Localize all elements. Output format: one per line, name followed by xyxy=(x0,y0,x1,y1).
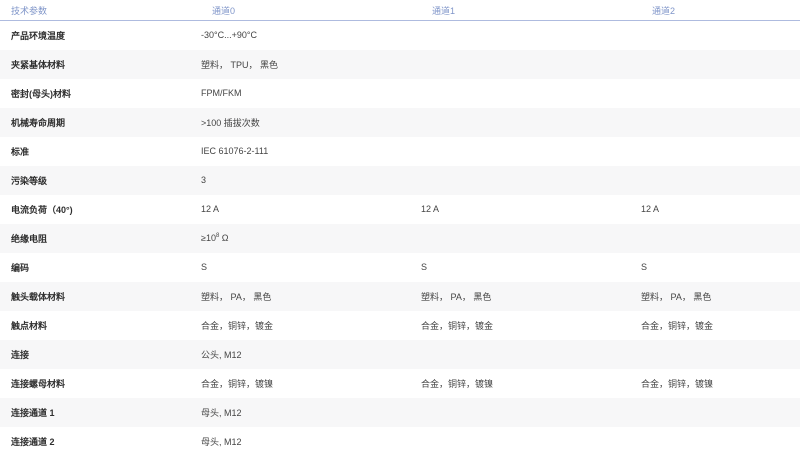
cell-ch2 xyxy=(641,224,800,253)
row-label: 电流负荷（40°) xyxy=(11,204,73,215)
row-label: 绝缘电阻 xyxy=(11,233,48,244)
column-header-param: 技术参数 xyxy=(0,0,201,21)
cell-ch1 xyxy=(421,108,641,137)
row-label: 连接螺母材料 xyxy=(11,378,66,389)
cell-ch0: 公头, M12 xyxy=(201,349,242,360)
cell-ch2 xyxy=(641,398,800,427)
cell-ch0: S xyxy=(201,262,208,272)
row-label: 夹紧基体材料 xyxy=(11,59,66,70)
cell-ch2 xyxy=(641,340,800,369)
cell-ch2 xyxy=(641,50,800,79)
cell-ch2: 合金，铜锌，镀金 xyxy=(641,320,714,331)
cell-ch1 xyxy=(421,50,641,79)
cell-ch2: 12 A xyxy=(641,204,660,214)
cell-ch1: 合金，铜锌，镀镍 xyxy=(421,378,494,389)
column-header-ch2: 通道2 xyxy=(641,0,800,21)
table-row: 触头载体材料 塑料， PA， 黑色 塑料， PA， 黑色 塑料， PA， 黑色 xyxy=(0,281,800,311)
row-label: 触头载体材料 xyxy=(11,291,66,302)
cell-ch0: 塑料， TPU， 黑色 xyxy=(201,59,279,70)
table-row: 电流负荷（40°) 12 A 12 A 12 A xyxy=(0,194,800,224)
spec-table: 技术参数 通道0 通道1 通道2 产品环境温度 -30°C...+90°C 夹紧… xyxy=(0,0,800,456)
cell-ch0: FPM/FKM xyxy=(201,88,242,98)
table-row: 产品环境温度 -30°C...+90°C xyxy=(0,20,800,50)
cell-ch1 xyxy=(421,166,641,195)
cell-ch1 xyxy=(421,137,641,166)
column-header-ch1: 通道1 xyxy=(421,0,641,21)
table-row: 机械寿命周期 >100 插拔次数 xyxy=(0,107,800,137)
cell-ch1 xyxy=(421,79,641,108)
cell-ch0: IEC 61076-2-111 xyxy=(201,146,269,156)
cell-ch1: S xyxy=(421,262,428,272)
cell-ch2 xyxy=(641,427,800,456)
insulation-unit: Ω xyxy=(219,233,229,243)
row-label: 连接通道 1 xyxy=(11,407,55,418)
row-label: 标准 xyxy=(11,146,30,157)
cell-ch1: 12 A xyxy=(421,204,440,214)
table-row: 绝缘电阻 ≥108 Ω xyxy=(0,223,800,253)
cell-ch0: 合金，铜锌，镀金 xyxy=(201,320,274,331)
row-label: 产品环境温度 xyxy=(11,30,66,41)
table-row: 污染等级 3 xyxy=(0,165,800,195)
cell-ch0: 塑料， PA， 黑色 xyxy=(201,291,272,302)
cell-ch2: S xyxy=(641,262,648,272)
insulation-base: ≥10 xyxy=(201,233,216,243)
row-label: 编码 xyxy=(11,262,30,273)
table-row: 连接 公头, M12 xyxy=(0,339,800,369)
cell-ch0: >100 插拔次数 xyxy=(201,117,260,128)
cell-ch1: 塑料， PA， 黑色 xyxy=(421,291,492,302)
cell-ch0: 3 xyxy=(201,175,207,185)
table-row: 连接螺母材料 合金，铜锌，镀镍 合金，铜锌，镀镍 合金，铜锌，镀镍 xyxy=(0,368,800,398)
row-label: 密封(母头)材料 xyxy=(11,88,71,99)
cell-ch1: 合金，铜锌，镀金 xyxy=(421,320,494,331)
cell-ch0: ≥108 Ω xyxy=(201,224,421,253)
cell-ch2: 塑料， PA， 黑色 xyxy=(641,291,712,302)
cell-ch1 xyxy=(421,340,641,369)
row-label: 机械寿命周期 xyxy=(11,117,66,128)
cell-ch0: 母头, M12 xyxy=(201,436,242,447)
cell-ch2 xyxy=(641,79,800,108)
cell-ch1 xyxy=(421,427,641,456)
cell-ch1 xyxy=(421,21,641,50)
cell-ch2 xyxy=(641,137,800,166)
cell-ch2: 合金，铜锌，镀镍 xyxy=(641,378,714,389)
table-header-row: 技术参数 通道0 通道1 通道2 xyxy=(0,0,800,21)
cell-ch2 xyxy=(641,166,800,195)
row-label: 连接 xyxy=(11,349,30,360)
cell-ch0: 12 A xyxy=(201,204,220,214)
table-row: 密封(母头)材料 FPM/FKM xyxy=(0,78,800,108)
cell-ch1 xyxy=(421,398,641,427)
row-label: 连接通道 2 xyxy=(11,436,55,447)
cell-ch0: 合金，铜锌，镀镍 xyxy=(201,378,274,389)
column-header-ch0: 通道0 xyxy=(201,0,421,21)
table-row: 夹紧基体材料 塑料， TPU， 黑色 xyxy=(0,49,800,79)
cell-ch2 xyxy=(641,21,800,50)
table-row: 触点材料 合金，铜锌，镀金 合金，铜锌，镀金 合金，铜锌，镀金 xyxy=(0,310,800,340)
table-row: 连接通道 1 母头, M12 xyxy=(0,397,800,427)
cell-ch2 xyxy=(641,108,800,137)
cell-ch0: 母头, M12 xyxy=(201,407,242,418)
table-row: 标准 IEC 61076-2-111 xyxy=(0,136,800,166)
row-label: 触点材料 xyxy=(11,320,48,331)
cell-ch0: -30°C...+90°C xyxy=(201,30,257,41)
table-row: 连接通道 2 母头, M12 xyxy=(0,426,800,456)
row-label: 污染等级 xyxy=(11,175,48,186)
table-row: 编码 S S S xyxy=(0,252,800,282)
cell-ch1 xyxy=(421,224,641,253)
